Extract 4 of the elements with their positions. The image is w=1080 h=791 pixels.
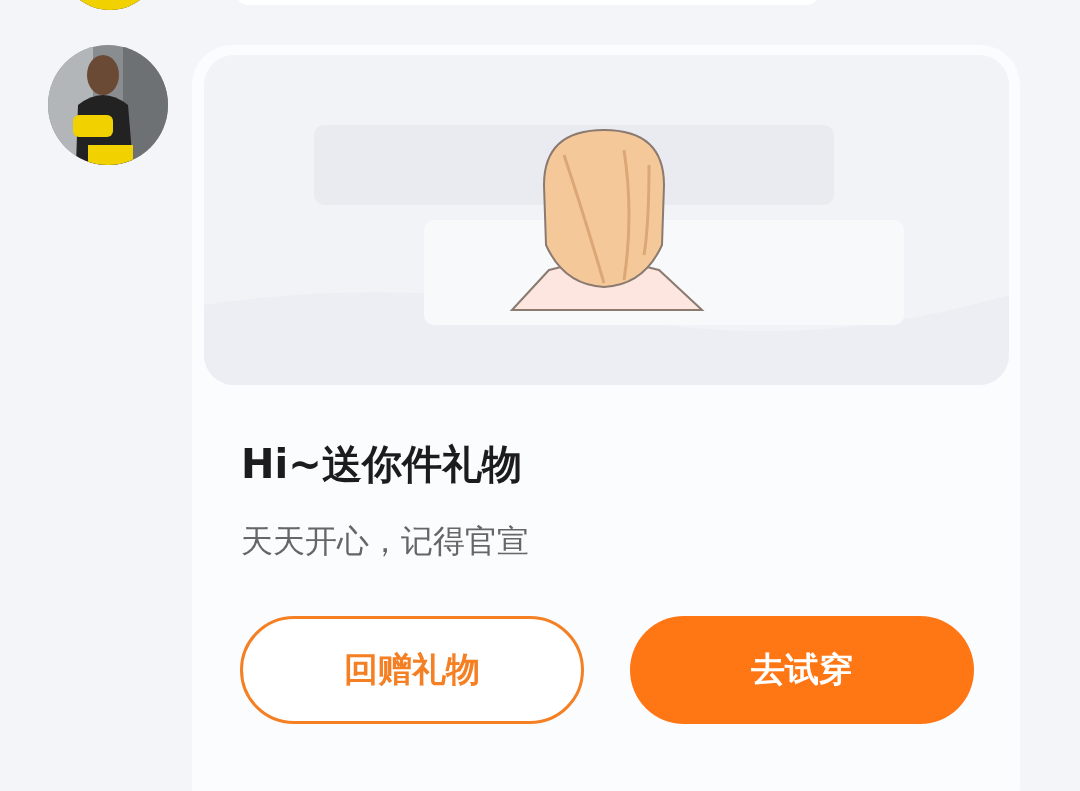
card-title: Hi~送你件礼物: [241, 440, 523, 489]
return-gift-button[interactable]: 回赠礼物: [240, 616, 584, 724]
try-on-button[interactable]: 去试穿: [630, 616, 974, 724]
card-message: 天天开心，记得官宣: [241, 521, 530, 562]
